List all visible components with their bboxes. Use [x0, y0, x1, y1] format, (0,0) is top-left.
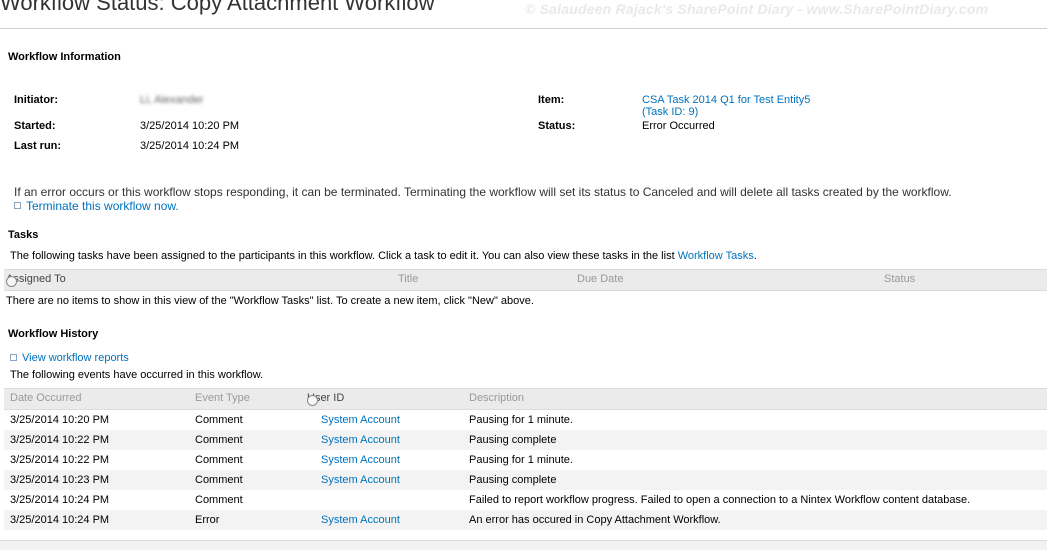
history-user-link[interactable]: System Account — [321, 434, 400, 446]
history-user-link[interactable]: System Account — [321, 414, 400, 426]
table-row[interactable]: 3/25/2014 10:20 PM Comment System Account P… — [4, 410, 1047, 430]
history-user-link[interactable]: System Account — [321, 454, 400, 466]
history-date-cell: 3/25/2014 10:22 PM — [10, 434, 110, 446]
history-user-link[interactable]: System Account — [321, 474, 400, 486]
table-row[interactable]: 3/25/2014 10:24 PM Comment Failed to repor… — [4, 490, 1047, 510]
col-assigned-to[interactable]: Assigned To — [6, 273, 66, 287]
item-link[interactable]: CSA Task 2014 Q1 for Test Entity5 (Task … — [642, 94, 810, 118]
last-run-value: 3/25/2014 10:24 PM — [140, 140, 240, 152]
history-description-cell: Pausing for 1 minute. — [469, 414, 573, 426]
page-title: Workflow Status: Copy Attachment Workflo… — [0, 0, 435, 15]
history-event-cell: Comment — [195, 494, 243, 506]
item-label: Item: — [538, 94, 565, 106]
history-description: The following events have occurred in th… — [10, 369, 264, 381]
history-date-cell: 3/25/2014 10:23 PM — [10, 474, 110, 486]
bullet-icon — [14, 202, 21, 210]
history-event-cell: Comment — [195, 454, 243, 466]
table-row[interactable]: 3/25/2014 10:22 PM Comment System Account P… — [4, 430, 1047, 450]
watermark: © Salaudeen Rajack's SharePoint Diary - … — [525, 1, 989, 17]
tasks-description-line: The following tasks have been assigned t… — [10, 250, 757, 262]
history-event-cell: Comment — [195, 474, 243, 486]
col-user-id[interactable]: User ID — [307, 392, 344, 406]
history-date-cell: 3/25/2014 10:20 PM — [10, 414, 110, 426]
history-description-cell: Pausing complete — [469, 474, 557, 486]
workflow-info-heading: Workflow Information — [8, 51, 121, 63]
history-date-cell: 3/25/2014 10:24 PM — [10, 494, 110, 506]
col-status[interactable]: Status — [884, 273, 915, 285]
history-event-cell: Error — [195, 514, 220, 526]
title-bar: Workflow Status: Copy Attachment Workflo… — [0, 0, 1047, 29]
initiator-label: Initiator: — [14, 94, 58, 106]
table-row[interactable]: 3/25/2014 10:22 PM Comment System Account P… — [4, 450, 1047, 470]
history-description-cell: An error has occured in Copy Attachment … — [469, 514, 721, 526]
tasks-table-header: Assigned To Title Due Date Status — [4, 269, 1047, 291]
history-user-link[interactable]: System Account — [321, 514, 400, 526]
history-heading: Workflow History — [8, 328, 99, 340]
history-description-cell: Pausing for 1 minute. — [469, 454, 573, 466]
col-title[interactable]: Title — [398, 273, 418, 285]
last-run-label: Last run: — [14, 140, 62, 152]
status-label: Status: — [538, 120, 576, 132]
item-link-task-id[interactable]: (Task ID: 9) — [642, 106, 810, 118]
terminate-message: If an error occurs or this workflow stop… — [14, 185, 952, 199]
col-date-occurred[interactable]: Date Occurred — [10, 392, 82, 404]
history-table-header: Date Occurred Event Type User ID Descrip… — [4, 388, 1047, 410]
col-event-type[interactable]: Event Type — [195, 392, 250, 404]
table-row[interactable]: 3/25/2014 10:23 PM Comment System Account P… — [4, 470, 1047, 490]
view-workflow-reports-link[interactable]: View workflow reports — [22, 352, 129, 364]
history-date-cell: 3/25/2014 10:22 PM — [10, 454, 110, 466]
history-description-cell: Pausing complete — [469, 434, 557, 446]
terminate-link[interactable]: Terminate this workflow now. — [26, 199, 179, 213]
history-event-cell: Comment — [195, 434, 243, 446]
reports-line: View workflow reports — [10, 352, 129, 364]
initiator-value: Li, Alexander — [140, 94, 204, 106]
history-date-cell: 3/25/2014 10:24 PM — [10, 514, 110, 526]
col-due-date[interactable]: Due Date — [577, 273, 623, 285]
started-value: 3/25/2014 10:20 PM — [140, 120, 240, 132]
col-description[interactable]: Description — [469, 392, 524, 404]
table-row[interactable]: 3/25/2014 10:24 PM Error System Account An … — [4, 510, 1047, 530]
tasks-empty-message: There are no items to show in this view … — [6, 295, 534, 307]
select-all-radio-icon[interactable] — [307, 395, 318, 406]
item-link-title[interactable]: CSA Task 2014 Q1 for Test Entity5 — [642, 94, 810, 106]
history-event-cell: Comment — [195, 414, 243, 426]
status-value: Error Occurred — [642, 120, 715, 132]
tasks-description-period: . — [753, 250, 757, 262]
tasks-description: The following tasks have been assigned t… — [10, 250, 675, 262]
bullet-icon — [10, 353, 17, 361]
select-all-radio-icon[interactable] — [6, 276, 17, 287]
tasks-heading: Tasks — [8, 229, 39, 241]
started-label: Started: — [14, 120, 56, 132]
history-description-cell: Failed to report workflow progress. Fail… — [469, 494, 971, 506]
workflow-tasks-link[interactable]: Workflow Tasks — [678, 250, 754, 262]
terminate-line: Terminate this workflow now. — [14, 199, 179, 213]
